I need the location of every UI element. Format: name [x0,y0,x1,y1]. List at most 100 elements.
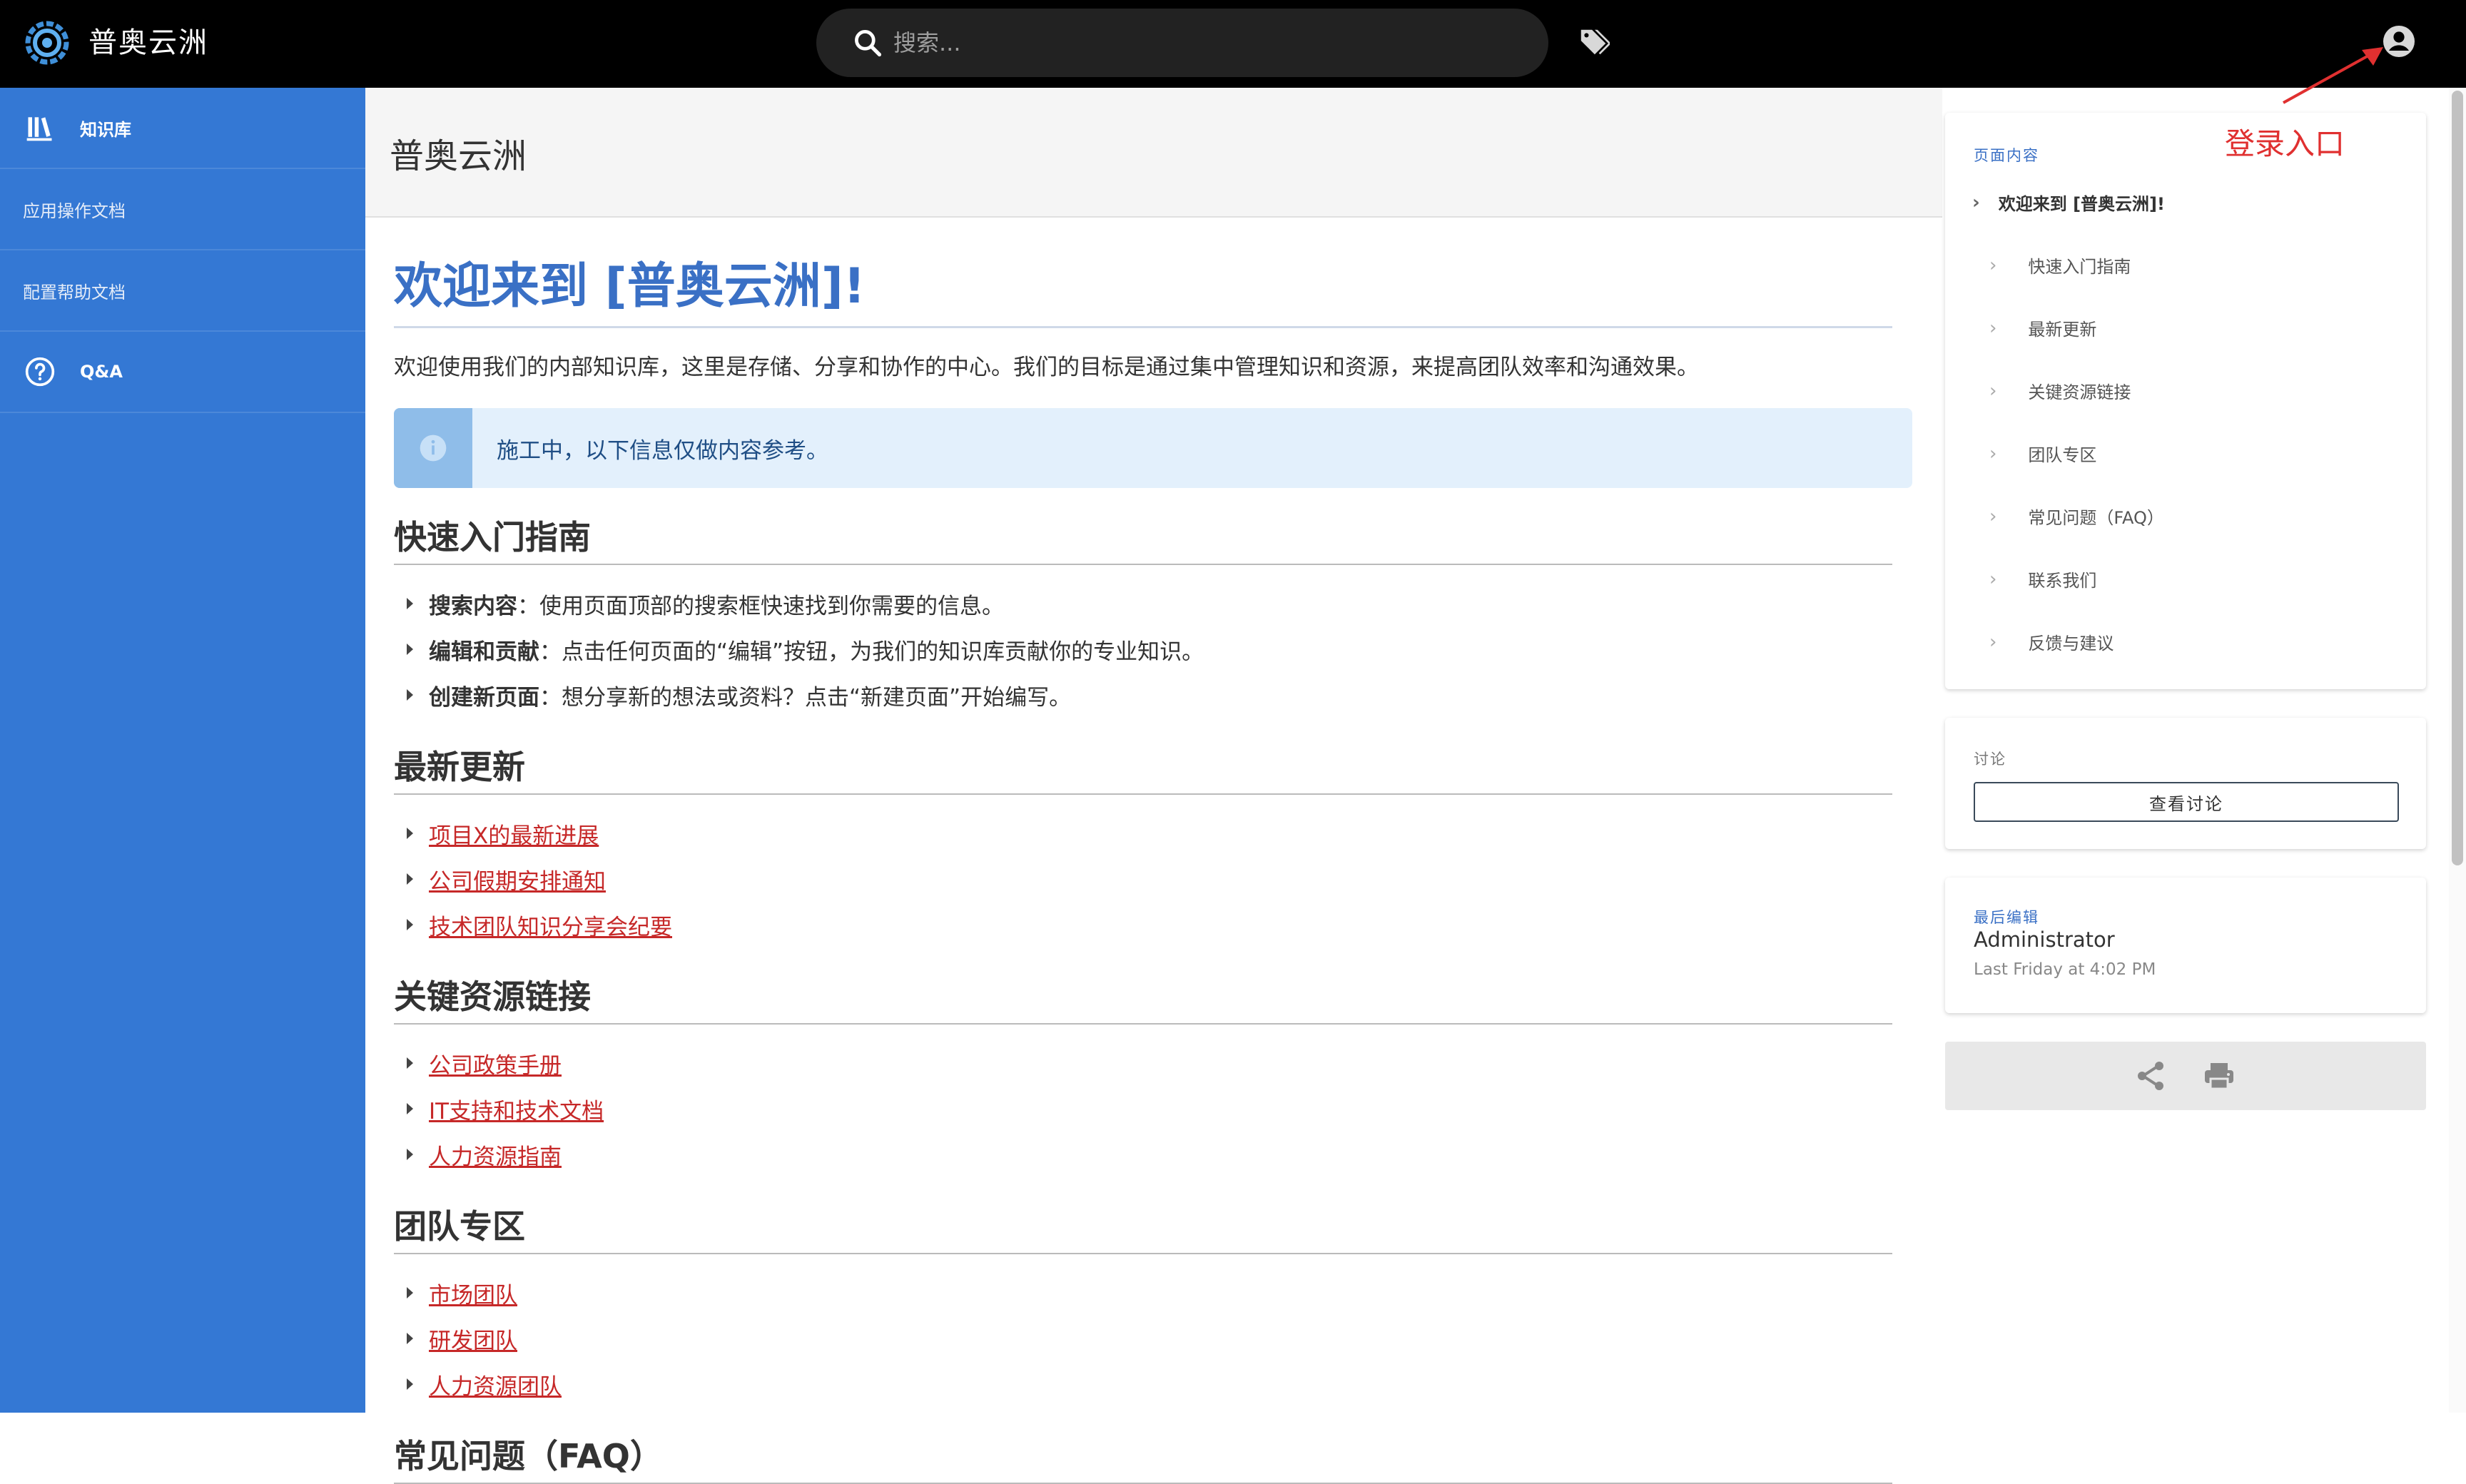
bullet-arrow-icon [407,919,413,930]
link-holiday-notice[interactable]: 公司假期安排通知 [429,863,606,895]
toc-item[interactable]: › 联系我们 [1989,566,2096,591]
toc-card: 页面内容 › 欢迎来到 [普奥云洲]! › 快速入门指南 › 最新更新 › 关键… [1945,113,2426,689]
info-callout: 施工中，以下信息仅做内容参考。 [394,408,1912,488]
list-item: 人力资源指南 [394,1132,1914,1177]
share-icon[interactable] [2133,1059,2168,1093]
list-item-text: ：点击任何页面的“编辑”按钮，为我们的知识库贡献你的专业知识。 [539,639,1204,665]
toc-item[interactable]: › 快速入门指南 [1989,253,2131,278]
toc-item-label: 常见问题（FAQ） [2028,508,2164,528]
last-edit-card: 最后编辑 Administrator Last Friday at 4:02 P… [1945,878,2426,1013]
scrollbar-thumb[interactable] [2452,91,2463,865]
section-heading: 关键资源链接 [394,975,1892,1025]
sidebar-item-label: 知识库 [80,119,131,140]
list-item-text: ：想分享新的想法或资料？点击“新建页面”开始编写。 [539,684,1072,711]
library-icon [26,117,52,141]
sidebar-item-label: 应用操作文档 [23,200,126,221]
last-edit-author: Administrator [1974,928,2115,952]
link-marketing-team[interactable]: 市场团队 [429,1277,517,1309]
list-item: 技术团队知识分享会纪要 [394,902,1914,947]
list-item-term: 搜索内容 [429,593,517,619]
sidebar: 知识库 应用操作文档 配置帮助文档 Q&A [0,88,365,1413]
annotation-arrow-icon [2283,47,2383,104]
main-content: 欢迎来到 [普奥云洲]! 欢迎使用我们的内部知识库，这里是存储、分享和协作的中心… [394,218,1914,1484]
toc-item-label: 欢迎来到 [普奥云洲]! [1998,194,2165,214]
discussion-card: 讨论 查看讨论 [1945,718,2426,849]
callout-icon-strip [394,408,472,488]
toc-item-label: 最新更新 [2028,320,2097,340]
chevron-right-icon: › [1989,631,1997,653]
info-icon [420,434,447,462]
app-title[interactable]: 普奥云洲 [88,21,208,64]
bullet-arrow-icon [407,1149,413,1160]
toc-item-label: 关键资源链接 [2028,382,2131,402]
toc-item[interactable]: › 常见问题（FAQ） [1989,504,2164,529]
section-heading: 快速入门指南 [394,515,1892,565]
sidebar-item-label: Q&A [80,362,123,382]
discussion-label: 讨论 [1974,751,2006,768]
sidebar-item-label: 配置帮助文档 [23,282,126,303]
link-rd-team[interactable]: 研发团队 [429,1323,517,1355]
list-item: 项目X的最新进展 [394,810,1914,856]
link-hr-guide[interactable]: 人力资源指南 [429,1139,562,1171]
search-input[interactable] [893,29,1464,56]
toc-item[interactable]: › 反馈与建议 [1989,629,2114,654]
bullet-arrow-icon [407,1103,413,1114]
bullet-arrow-icon [407,828,413,839]
list-item: 公司政策手册 [394,1040,1914,1086]
list-item-text: ：使用页面顶部的搜索框快速找到你需要的信息。 [517,593,1004,619]
section-heading: 常见问题（FAQ） [394,1434,1892,1484]
search-box[interactable] [816,9,1548,77]
toc-item-root[interactable]: › 欢迎来到 [普奥云洲]! [1972,190,2165,215]
chevron-right-icon: › [1989,317,1997,339]
page-actions [1945,1042,2426,1110]
page-title: 普奥云洲 [390,136,527,176]
view-discussion-button[interactable]: 查看讨论 [1974,782,2399,822]
article-title: 欢迎来到 [普奥云洲]! [394,255,1892,328]
link-tech-sharing[interactable]: 技术团队知识分享会纪要 [429,909,672,941]
bullet-arrow-icon [407,1378,413,1390]
logo-icon[interactable] [21,17,73,68]
team-zone-list: 市场团队 研发团队 人力资源团队 [394,1270,1914,1407]
help-circle-icon [25,357,55,387]
list-item: 研发团队 [394,1316,1914,1361]
tags-icon[interactable] [1577,26,1610,59]
bullet-arrow-icon [407,598,413,609]
link-hr-team[interactable]: 人力资源团队 [429,1368,562,1401]
print-icon[interactable] [2202,1059,2236,1093]
toc-item-label: 联系我们 [2028,571,2097,591]
list-item-term: 编辑和贡献 [429,639,539,665]
list-item: 公司假期安排通知 [394,856,1914,902]
search-icon [855,30,882,57]
list-item: 编辑和贡献 ：点击任何页面的“编辑”按钮，为我们的知识库贡献你的专业知识。 [394,626,1914,672]
link-policy-handbook[interactable]: 公司政策手册 [429,1047,562,1079]
toc-item[interactable]: › 团队专区 [1989,441,2096,466]
bullet-arrow-icon [407,873,413,885]
last-edit-label: 最后编辑 [1974,909,2039,926]
bullet-arrow-icon [407,689,413,701]
toc-item[interactable]: › 最新更新 [1989,315,2096,340]
link-project-x[interactable]: 项目X的最新进展 [429,818,599,850]
toc-item[interactable]: › 关键资源链接 [1989,378,2131,403]
login-annotation: 登录入口 [2225,126,2345,161]
list-item: 人力资源团队 [394,1361,1914,1407]
bullet-arrow-icon [407,1057,413,1069]
bullet-arrow-icon [407,1333,413,1344]
section-heading: 最新更新 [394,745,1892,795]
link-it-support[interactable]: IT支持和技术文档 [429,1093,604,1125]
page-scrollbar[interactable] [2449,88,2466,1413]
chevron-right-icon: › [1989,380,1997,402]
toc-item-label: 快速入门指南 [2028,257,2131,277]
bullet-arrow-icon [407,644,413,655]
page-header: 普奥云洲 [365,88,1942,218]
sidebar-item-knowledge-base[interactable]: 知识库 [0,88,365,169]
list-item: 创建新页面 ：想分享新的想法或资料？点击“新建页面”开始编写。 [394,672,1914,718]
latest-updates-list: 项目X的最新进展 公司假期安排通知 技术团队知识分享会纪要 [394,810,1914,947]
chevron-right-icon: › [1989,254,1997,276]
chevron-right-icon: › [1972,191,1980,213]
key-resources-list: 公司政策手册 IT支持和技术文档 人力资源指南 [394,1040,1914,1177]
sidebar-item-app-docs[interactable]: 应用操作文档 [0,169,365,250]
toc-item-label: 团队专区 [2028,445,2097,465]
sidebar-item-config-docs[interactable]: 配置帮助文档 [0,250,365,332]
sidebar-item-qa[interactable]: Q&A [0,332,365,413]
bullet-arrow-icon [407,1287,413,1298]
